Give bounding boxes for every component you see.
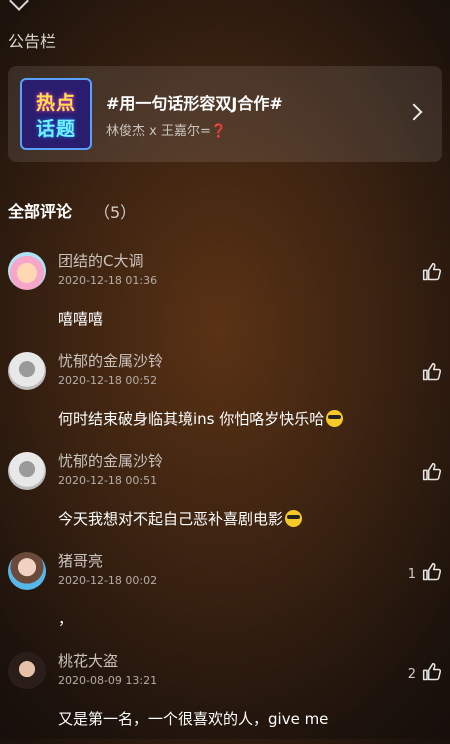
thumbs-up-icon[interactable]: [422, 662, 442, 682]
comment-username[interactable]: 忧郁的金属沙铃: [58, 450, 163, 471]
announcement-card[interactable]: 热点 话题 #用一句话形容双J合作# 林俊杰 x 王嘉尔=❓: [8, 66, 442, 162]
comment-timestamp: 2020-12-18 01:36: [58, 274, 158, 287]
avatar[interactable]: [8, 552, 46, 590]
thumbs-up-icon[interactable]: [422, 362, 442, 382]
cool-face-emoji-icon: [285, 510, 303, 527]
thumbs-up-icon[interactable]: [422, 262, 442, 282]
announcement-subtitle-text: 林俊杰 x 王嘉尔=: [106, 124, 211, 139]
comment-text: 又是第一名，一个很喜欢的人，give me: [58, 710, 329, 728]
cool-face-emoji-icon: [326, 410, 344, 427]
comment-username[interactable]: 桃花大盗: [58, 650, 118, 671]
comment-timestamp: 2020-12-18 00:52: [58, 374, 158, 387]
like-count: 1: [407, 567, 416, 582]
comment-text-body: 今天我想对不起自己恶补喜剧电影: [58, 510, 284, 528]
thumbnail-line-2: 话题: [35, 118, 76, 140]
thumbnail-line-1: 热点: [35, 92, 76, 114]
comment-item[interactable]: 桃花大盗 2020-08-09 13:21 又是第一名，一个很喜欢的人，give…: [0, 644, 450, 744]
comment-username[interactable]: 忧郁的金属沙铃: [58, 350, 163, 371]
hot-topic-thumbnail: 热点 话题: [20, 78, 92, 150]
avatar[interactable]: [8, 452, 46, 490]
avatar[interactable]: [8, 252, 46, 290]
like-count: 2: [407, 667, 416, 682]
comment-item[interactable]: 猪哥亮 2020-12-18 00:02 ， 1: [0, 544, 450, 644]
chevron-right-icon[interactable]: [405, 103, 423, 121]
announcement-label: 公告栏: [8, 32, 57, 51]
comment-timestamp: 2020-12-18 00:02: [58, 574, 158, 587]
comment-text: ，: [58, 610, 74, 628]
comment-count: （5）: [94, 203, 137, 222]
avatar[interactable]: [8, 352, 46, 390]
comment-timestamp: 2020-08-09 13:21: [58, 674, 158, 687]
comment-item[interactable]: 忧郁的金属沙铃 2020-12-18 00:51 今天我想对不起自己恶补喜剧电影: [0, 444, 450, 544]
comment-text: 嘻嘻嘻: [58, 310, 104, 328]
thumbs-up-icon[interactable]: [422, 462, 442, 482]
all-comments-heading: 全部评论: [8, 202, 73, 221]
comment-username[interactable]: 团结的C大调: [58, 250, 143, 271]
comment-text: 今天我想对不起自己恶补喜剧电影: [58, 508, 303, 529]
comment-item[interactable]: 团结的C大调 2020-12-18 01:36 嘻嘻嘻: [0, 244, 450, 344]
announcement-subtitle: 林俊杰 x 王嘉尔=❓: [106, 120, 227, 139]
thumbs-up-icon[interactable]: [422, 562, 442, 582]
collapse-chevron-icon[interactable]: [9, 0, 29, 11]
comment-username[interactable]: 猪哥亮: [58, 550, 103, 571]
comment-timestamp: 2020-12-18 00:51: [58, 474, 158, 487]
comment-text: 何时结束破身临其境ins 你怕咯岁快乐哈: [58, 408, 344, 429]
comment-item[interactable]: 忧郁的金属沙铃 2020-12-18 00:52 何时结束破身临其境ins 你怕…: [0, 344, 450, 444]
question-mark-icon: ❓: [210, 124, 228, 139]
announcement-title: #用一句话形容双J合作#: [106, 94, 283, 113]
comment-text-body: 何时结束破身临其境ins 你怕咯岁快乐哈: [58, 410, 325, 428]
avatar[interactable]: [8, 652, 46, 690]
